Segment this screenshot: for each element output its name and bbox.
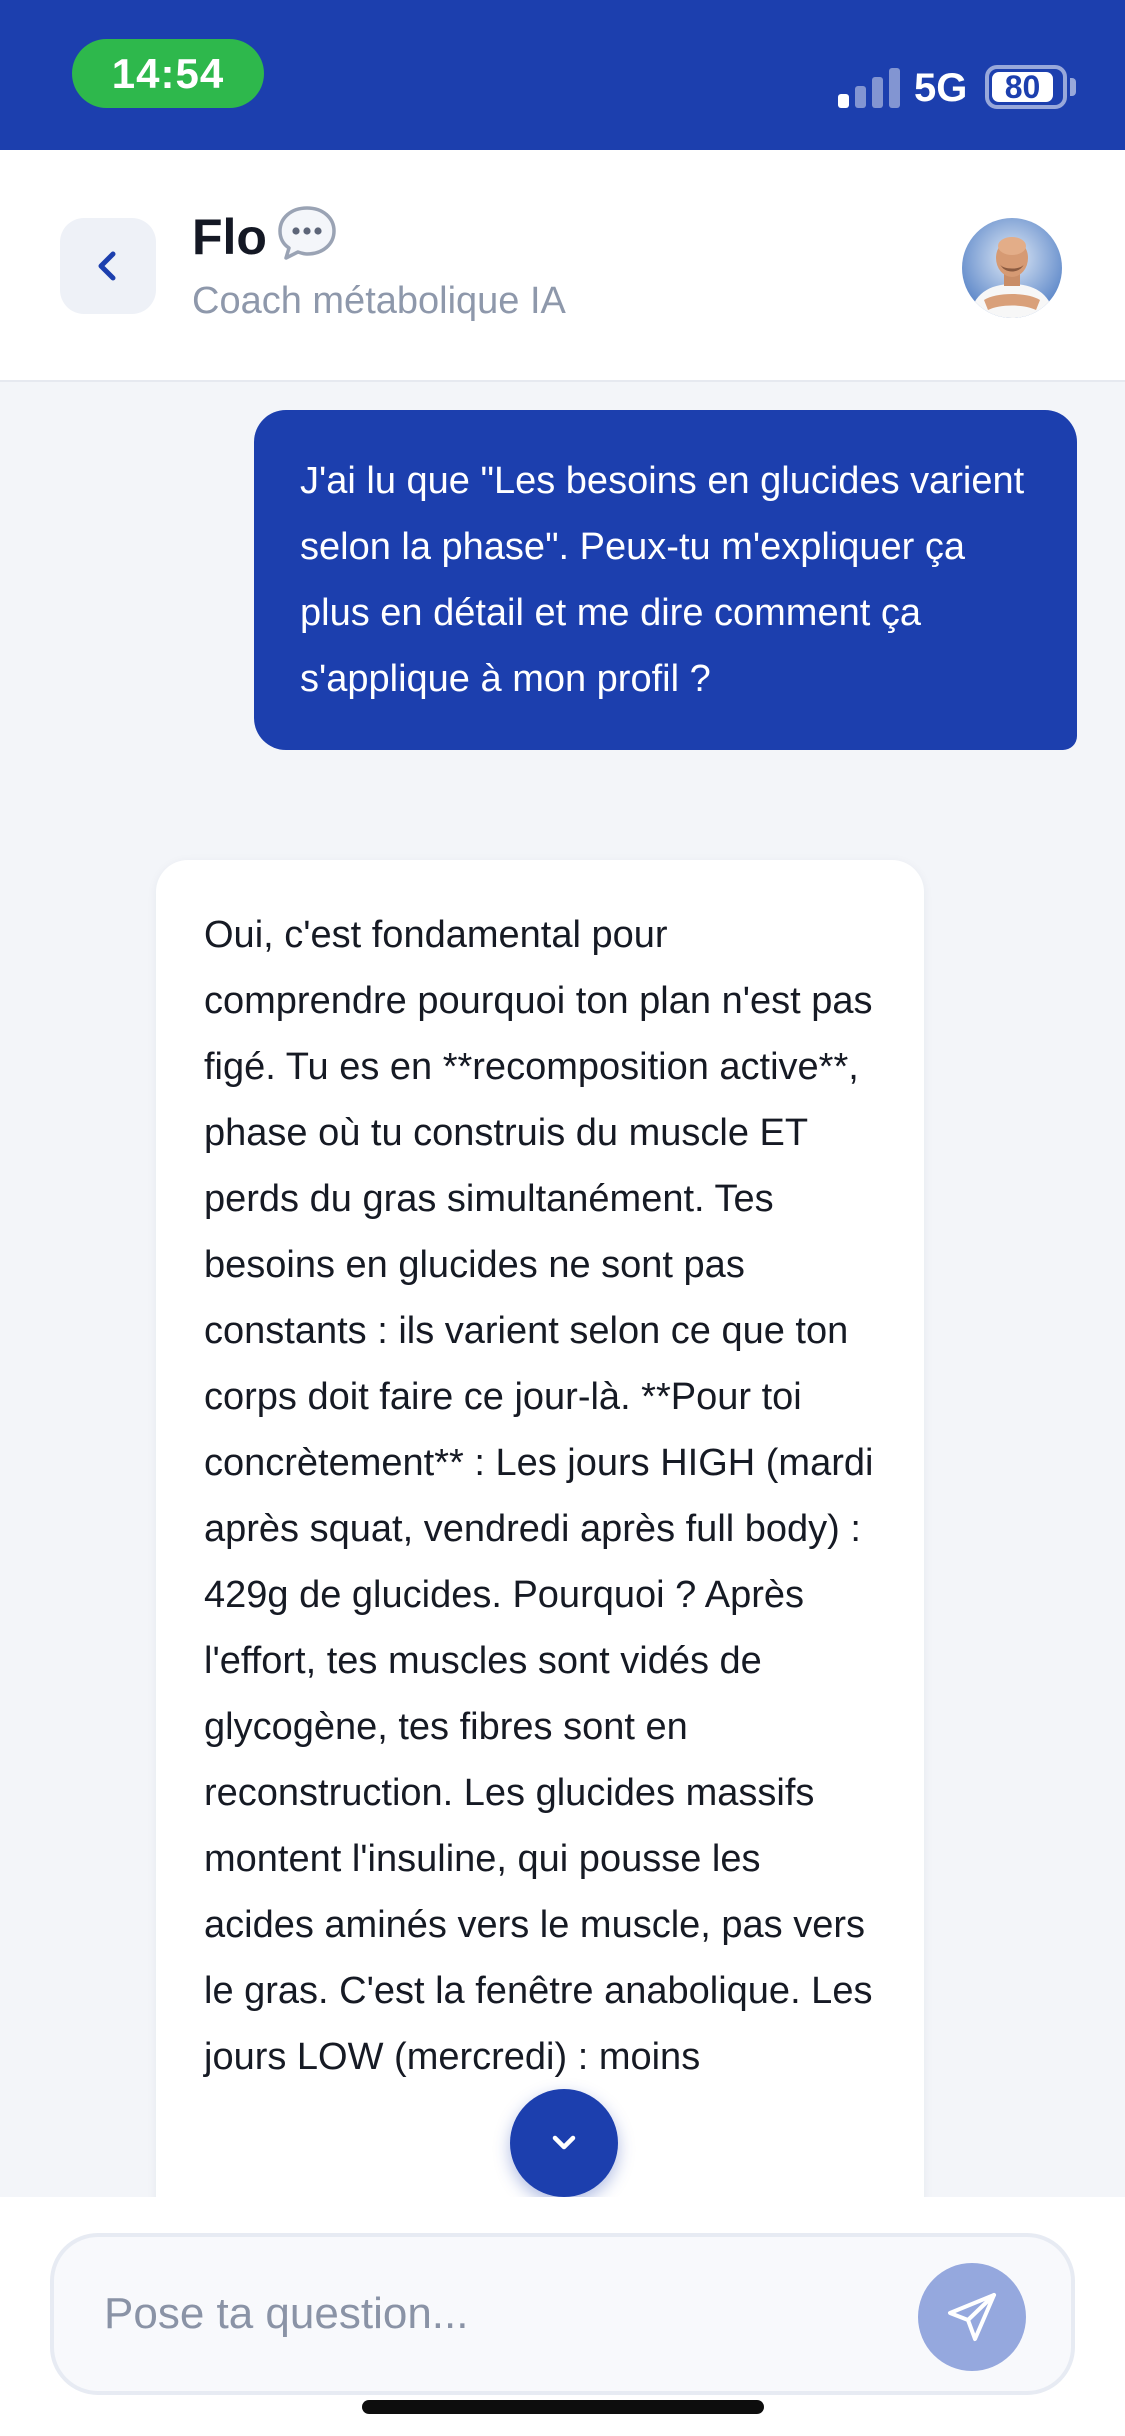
coach-message: Oui, c'est fondamental pour comprendre p…	[156, 860, 924, 2197]
scroll-down-button[interactable]	[510, 2089, 618, 2197]
status-time: 14:54	[111, 49, 225, 97]
coach-message-text: Oui, c'est fondamental pour comprendre p…	[204, 914, 874, 2078]
signal-bar	[855, 86, 866, 108]
status-bar: 14:54 5G 80	[0, 0, 1125, 150]
user-message: J'ai lu que "Les besoins en glucides var…	[254, 410, 1077, 750]
signal-bar	[889, 68, 900, 108]
battery-level: 80	[992, 69, 1053, 105]
user-message-text: J'ai lu que "Les besoins en glucides var…	[300, 460, 1025, 700]
signal-icon	[838, 66, 900, 108]
coach-subtitle: Coach métabolique IA	[192, 280, 566, 322]
network-label: 5G	[914, 66, 968, 110]
send-button[interactable]	[918, 2263, 1026, 2371]
signal-bar	[872, 77, 883, 108]
chevron-left-icon	[98, 251, 116, 281]
chat-screen: 14:54 5G 80 Flo Coach métabolique IA J'a…	[0, 0, 1125, 2436]
question-input[interactable]: Pose ta question...	[50, 2233, 1075, 2395]
send-icon	[948, 2293, 996, 2341]
coach-name: Flo	[192, 209, 267, 265]
chevron-down-icon	[552, 2135, 576, 2150]
battery-cap	[1070, 78, 1076, 96]
coach-avatar-image	[962, 218, 1062, 318]
chat-messages[interactable]: J'ai lu que "Les besoins en glucides var…	[0, 382, 1125, 2197]
input-placeholder: Pose ta question...	[104, 2289, 469, 2338]
chat-header: Flo Coach métabolique IA	[0, 150, 1125, 382]
battery-icon: 80	[985, 65, 1067, 109]
signal-bar	[838, 94, 849, 108]
time-pill: 14:54	[72, 39, 264, 108]
home-indicator	[362, 2400, 764, 2414]
speech-bubble-icon	[278, 206, 336, 260]
avatar[interactable]	[962, 218, 1062, 318]
back-button[interactable]	[60, 218, 156, 314]
